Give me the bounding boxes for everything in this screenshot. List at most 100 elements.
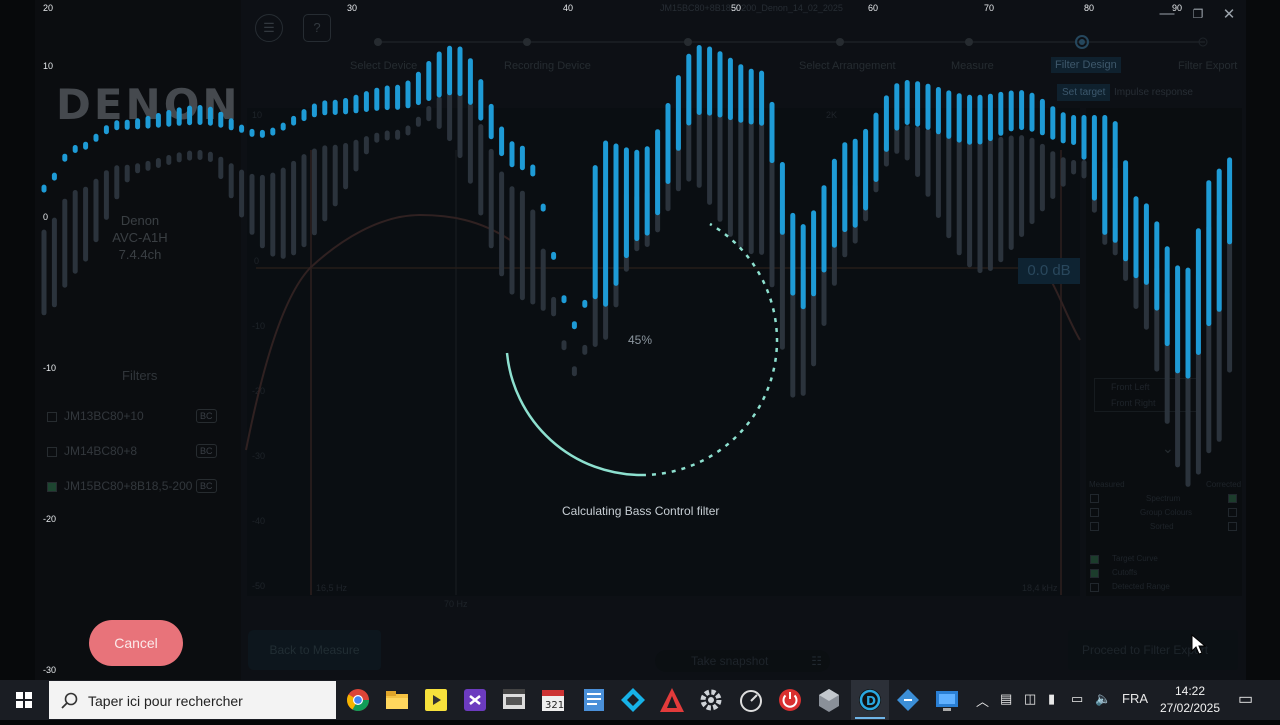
outer-x-tick: 40 xyxy=(563,3,574,13)
tray-usb-icon[interactable]: ▮ xyxy=(1048,691,1055,707)
blue-bar xyxy=(1050,106,1056,140)
grey-bar xyxy=(93,178,99,243)
blue-bar xyxy=(800,224,806,310)
grey-bar xyxy=(259,174,265,249)
grey-bar xyxy=(1071,160,1077,175)
grey-bar xyxy=(925,128,931,197)
clock[interactable]: 14:22 27/02/2025 xyxy=(1155,683,1225,717)
visual-studio-icon[interactable] xyxy=(461,686,489,714)
blue-bar xyxy=(956,93,962,143)
svg-text:321: 321 xyxy=(545,700,564,711)
chrome-icon[interactable] xyxy=(344,686,372,714)
tray-app-icon[interactable]: ▤ xyxy=(1000,691,1012,707)
tray-device-icon[interactable]: ◫ xyxy=(1024,691,1036,707)
grey-bar xyxy=(114,165,120,200)
red-a-icon[interactable] xyxy=(658,686,686,714)
blue-bar xyxy=(405,80,411,109)
blue-bar xyxy=(675,75,681,151)
blue-bar xyxy=(883,95,889,152)
cube-icon[interactable] xyxy=(815,686,843,714)
outer-x-tick: 80 xyxy=(1084,3,1095,13)
blue-bar xyxy=(904,80,910,125)
grey-bar xyxy=(1029,137,1035,225)
blue-bar xyxy=(1227,157,1233,245)
blue-bar xyxy=(467,58,473,105)
blue-bar xyxy=(363,91,369,112)
speedometer-icon[interactable] xyxy=(737,686,765,714)
blue-bar xyxy=(1112,121,1118,243)
blue-bar xyxy=(1195,228,1201,355)
grey-bar xyxy=(395,129,401,140)
taskbar-search[interactable]: Taper ici pour rechercher xyxy=(49,681,336,719)
grey-bar xyxy=(977,139,983,274)
blue-bar xyxy=(353,94,359,114)
grey-bar xyxy=(280,167,286,259)
grey-bar xyxy=(415,116,421,127)
blue-bar xyxy=(176,107,182,126)
grey-bar xyxy=(904,125,910,161)
grey-bar xyxy=(384,130,390,141)
maximize-button[interactable]: ❐ xyxy=(1187,7,1209,21)
blue-bar xyxy=(280,122,286,131)
blue-bar xyxy=(1081,115,1087,160)
file-explorer-icon[interactable] xyxy=(383,686,411,714)
blue-bar xyxy=(155,113,161,128)
grey-bar xyxy=(51,217,57,308)
blue-bar xyxy=(1060,112,1066,144)
blue-bar xyxy=(1154,221,1160,311)
blue-bar xyxy=(270,127,276,136)
dirac-icon[interactable]: D xyxy=(851,680,889,720)
notepad-icon[interactable] xyxy=(580,686,608,714)
blue-bar xyxy=(228,118,234,131)
status-message: Calculating Bass Control filter xyxy=(562,504,720,518)
volume-icon[interactable]: 🔈 xyxy=(1095,691,1111,707)
blue-arrow-icon[interactable] xyxy=(894,686,922,714)
outer-y-tick: 10 xyxy=(43,61,54,71)
windows-icon xyxy=(16,692,32,708)
kodi-icon[interactable] xyxy=(619,686,647,714)
start-button[interactable] xyxy=(0,680,48,720)
close-button[interactable]: ✕ xyxy=(1218,5,1240,23)
blue-bar xyxy=(873,112,879,182)
blue-bar xyxy=(790,212,796,296)
blue-bar xyxy=(759,70,765,126)
grey-bar xyxy=(332,144,338,207)
grey-bar xyxy=(41,229,47,316)
grey-bar xyxy=(405,125,411,136)
grey-bar xyxy=(436,96,442,129)
blue-bar xyxy=(114,120,120,131)
cancel-button[interactable]: Cancel xyxy=(89,620,183,666)
blue-bar xyxy=(998,91,1004,136)
grey-bar xyxy=(187,150,193,161)
grey-bar xyxy=(103,170,109,220)
player-icon[interactable] xyxy=(422,686,450,714)
grey-bar xyxy=(218,156,224,180)
tray-chevron-up-icon[interactable]: ︿ xyxy=(976,691,989,710)
blue-bar xyxy=(239,124,245,133)
settings-gear-icon[interactable] xyxy=(697,686,725,714)
app-window: DENON Denon AVC-A1H 7.4.4ch Filters JM13… xyxy=(0,0,1280,680)
monitor-app-icon[interactable] xyxy=(933,686,961,714)
blue-bar xyxy=(540,203,546,212)
network-icon[interactable]: ▭ xyxy=(1071,691,1083,707)
blue-bar xyxy=(1091,115,1097,201)
blue-bar xyxy=(1143,203,1149,285)
blue-bar xyxy=(499,126,505,157)
mpc-hc-icon[interactable] xyxy=(500,686,528,714)
taskbar: Taper ici pour rechercher 321 D ︿ ▤ ◫ ▮ … xyxy=(0,680,1280,720)
grey-bar xyxy=(166,155,172,165)
power-icon[interactable] xyxy=(776,686,804,714)
blue-bar xyxy=(655,129,661,216)
language-indicator[interactable]: FRA xyxy=(1122,691,1148,706)
minimize-button[interactable]: — xyxy=(1156,5,1178,22)
notifications-icon[interactable]: ▭ xyxy=(1238,689,1253,709)
blue-bar xyxy=(259,129,265,138)
blue-bar xyxy=(457,46,463,97)
blue-bar xyxy=(821,185,827,273)
grey-bar xyxy=(83,186,89,262)
blue-bar xyxy=(291,115,297,126)
blue-bar xyxy=(863,128,869,211)
calendar-321-icon[interactable]: 321 xyxy=(539,686,567,714)
grey-bar xyxy=(1019,135,1025,237)
blue-bar xyxy=(915,81,921,127)
